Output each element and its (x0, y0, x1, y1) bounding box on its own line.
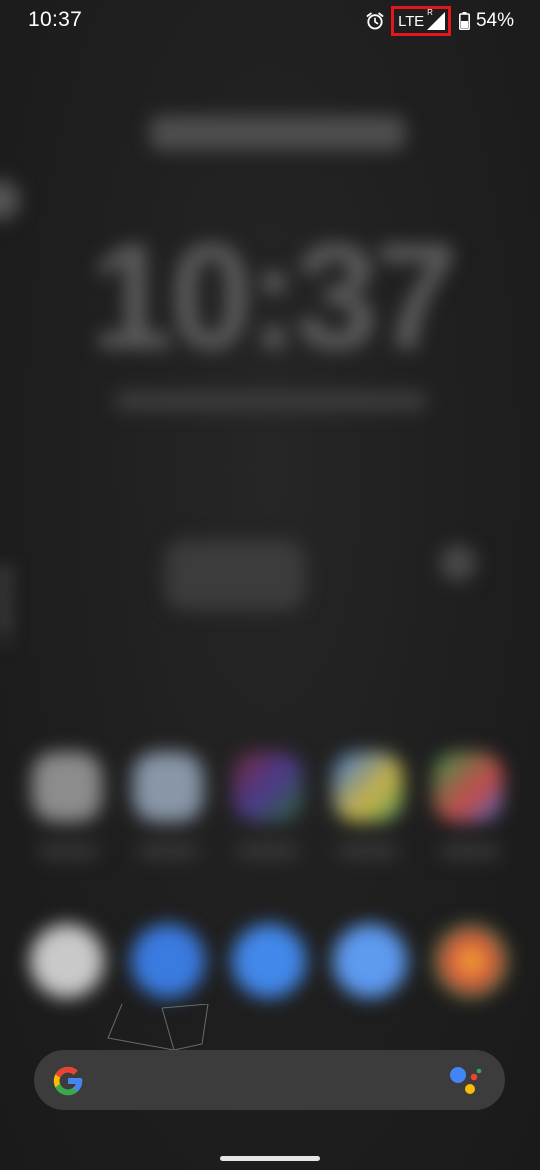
blurred-dock-app-2 (131, 924, 205, 998)
blurred-date (150, 116, 405, 150)
roaming-indicator: R (427, 8, 433, 17)
network-type-label: LTE (398, 12, 424, 30)
google-g-icon[interactable] (51, 1064, 85, 1098)
blurred-subline (115, 392, 427, 410)
wallpaper-outline-shape (107, 1004, 209, 1051)
blurred-app-4 (333, 752, 403, 822)
blurred-dock-app-3 (232, 924, 306, 998)
blurred-weather-icon (440, 545, 476, 581)
blurred-home-content: 10:37 (0, 0, 540, 1170)
blurred-app-label-3 (238, 844, 298, 858)
blurred-app-label-1 (38, 844, 98, 858)
assistant-icon[interactable] (449, 1065, 483, 1097)
gesture-nav-handle[interactable] (220, 1156, 320, 1161)
status-time: 10:37 (28, 8, 83, 31)
blurred-weather (165, 540, 305, 610)
home-screen: 10:37 10:37 LTE R 54% (0, 0, 540, 1170)
status-bar[interactable]: 10:37 LTE R 54% (0, 0, 540, 44)
blurred-edge-bars (0, 570, 10, 640)
status-icons: LTE R 54% (365, 6, 514, 36)
blurred-app-label-2 (138, 844, 198, 858)
battery-icon (458, 12, 470, 30)
blurred-app-3 (233, 752, 303, 822)
blurred-clock: 10:37 (90, 212, 458, 380)
alarm-icon (366, 12, 384, 30)
blurred-dock-app-4 (333, 924, 407, 998)
blurred-dock-app-5 (434, 924, 508, 998)
blurred-app-2 (133, 752, 203, 822)
blurred-edge-widget (0, 180, 20, 220)
blurred-dock-app-1 (30, 924, 104, 998)
battery-percentage: 54% (475, 10, 514, 31)
blurred-app-label-4 (338, 844, 398, 858)
blurred-app-label-5 (440, 844, 500, 858)
blurred-app-5 (433, 752, 503, 822)
network-indicator-highlight: LTE R (391, 6, 451, 36)
blurred-app-1 (32, 752, 102, 822)
google-search-bar[interactable] (34, 1050, 505, 1110)
